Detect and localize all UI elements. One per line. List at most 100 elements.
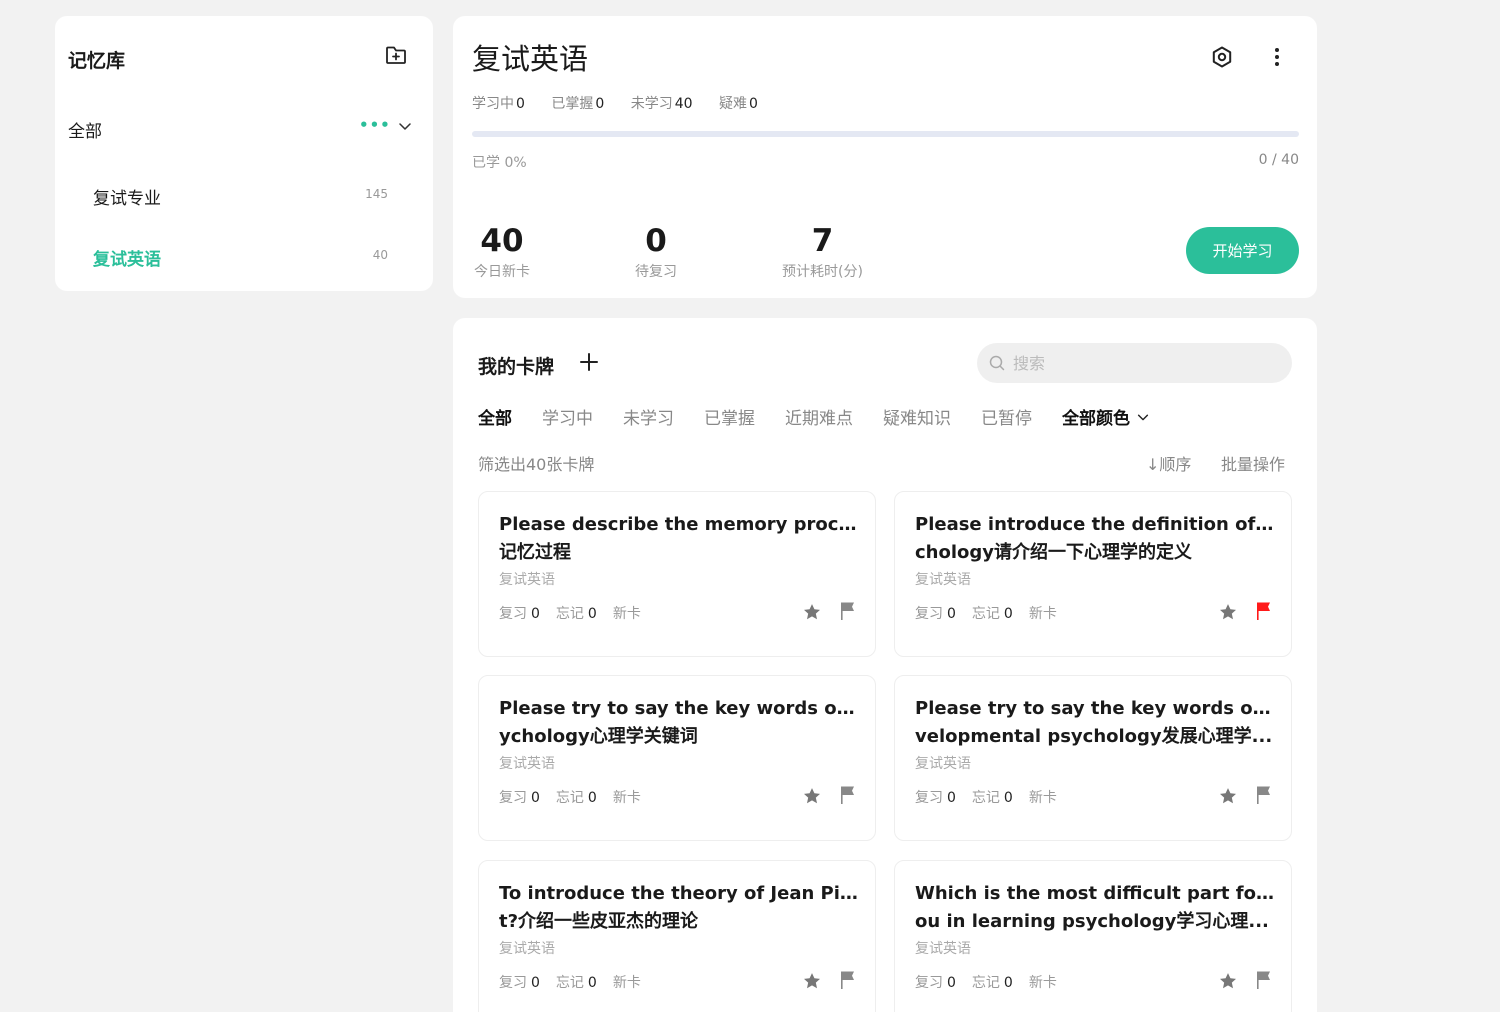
- tab-paused[interactable]: 已暂停: [981, 404, 1032, 429]
- forget-label: 忘记: [971, 790, 1000, 806]
- review-count: 0: [947, 975, 956, 991]
- batch-operation-button[interactable]: 批量操作: [1221, 451, 1285, 475]
- start-study-button[interactable]: 开始学习: [1186, 227, 1299, 274]
- sidebar-all[interactable]: 全部: [68, 117, 102, 142]
- stat-label: 学习中: [472, 96, 514, 112]
- card-item[interactable]: Please describe the memory process 记忆过程 复试…: [478, 491, 876, 657]
- card-item[interactable]: Please try to say the key words of de vel…: [894, 675, 1292, 841]
- card-item[interactable]: Please try to say the key words of ps ych…: [478, 675, 876, 841]
- stat-label: 已掌握: [551, 96, 594, 112]
- chevron-down-icon[interactable]: [397, 118, 413, 134]
- card-title: To introduce the theory of Jean Piage t?介…: [499, 880, 861, 936]
- page-title: 复试英语: [472, 42, 589, 76]
- metric-value: 7: [811, 223, 834, 259]
- metric-label: 今日新卡: [474, 264, 530, 280]
- plus-icon[interactable]: [579, 352, 599, 372]
- flag-icon[interactable]: [1255, 970, 1273, 990]
- tab-mastered[interactable]: 已掌握: [704, 404, 755, 429]
- card-status: 新卡: [1028, 606, 1057, 622]
- sidebar-item-fushi-zhuanye[interactable]: 复试专业 145: [55, 176, 433, 216]
- deck-header: 复试英语 学习中 0 已掌握 0 未学习 40 疑难 0 已学 0% 0 / 40 40…: [453, 16, 1317, 298]
- review-label: 复习: [499, 975, 527, 991]
- sidebar-item-fushi-yingyu[interactable]: 复试英语 40: [55, 237, 433, 277]
- flag-icon[interactable]: [1255, 785, 1273, 805]
- gear-icon[interactable]: [1210, 45, 1234, 69]
- progress-count: 0 / 40: [1258, 152, 1299, 168]
- forget-label: 忘记: [555, 790, 584, 806]
- card-status: 新卡: [1028, 975, 1057, 991]
- flag-icon[interactable]: [839, 785, 857, 805]
- sidebar: 记忆库 全部 ••• 复试专业 145 复试英语 40: [55, 16, 433, 291]
- card-item[interactable]: Which is the most difficult part for y ou…: [894, 860, 1292, 1012]
- cards-panel: 我的卡牌 全部 学习中 未学习 已掌握 近期难点 疑难知识 已暂停 全部颜色 筛…: [453, 318, 1317, 1012]
- forget-count: 0: [587, 975, 597, 991]
- tab-recent-difficult[interactable]: 近期难点: [785, 404, 853, 429]
- sidebar-item-label: 复试专业: [93, 189, 161, 209]
- sort-button[interactable]: ↓顺序: [1146, 451, 1191, 475]
- cards-title: 我的卡牌: [478, 356, 555, 378]
- stat-label: 未学习: [630, 96, 673, 112]
- card-title: Which is the most difficult part for y ou…: [915, 880, 1277, 936]
- search-icon: [989, 355, 1005, 371]
- deck-stats: 学习中 0 已掌握 0 未学习 40 疑难 0: [472, 93, 780, 113]
- card-title-line: 记忆过程: [499, 542, 571, 563]
- star-icon[interactable]: [802, 602, 822, 622]
- forget-count: 0: [1003, 790, 1013, 806]
- card-status: 新卡: [1028, 790, 1057, 806]
- star-icon[interactable]: [802, 971, 822, 991]
- metric-to-review: 0 待复习: [626, 222, 686, 281]
- more-vertical-icon[interactable]: [1265, 45, 1289, 69]
- card-title: Please try to say the key words of ps ych…: [499, 695, 861, 751]
- search-box: [977, 343, 1292, 383]
- tab-learning[interactable]: 学习中: [542, 404, 593, 429]
- color-filter-dropdown[interactable]: 全部颜色: [1062, 404, 1150, 429]
- metric-value: 40: [480, 223, 524, 259]
- flag-icon[interactable]: [839, 601, 857, 621]
- forget-label: 忘记: [555, 606, 584, 622]
- tab-difficult-knowledge[interactable]: 疑难知识: [883, 404, 951, 429]
- star-icon[interactable]: [802, 786, 822, 806]
- sidebar-item-label: 复试英语: [93, 250, 161, 270]
- review-label: 复习: [915, 606, 943, 622]
- card-meta: 复习 0 忘记 0 新卡: [499, 603, 641, 623]
- stat-value: 40: [674, 96, 693, 112]
- filter-count: 筛选出40张卡牌: [478, 455, 595, 474]
- progress-label: 已学 0%: [472, 155, 527, 171]
- folder-plus-icon[interactable]: [384, 43, 408, 67]
- sidebar-title: 记忆库: [68, 50, 126, 72]
- star-icon[interactable]: [1218, 786, 1238, 806]
- card-item[interactable]: To introduce the theory of Jean Piage t?介…: [478, 860, 876, 1012]
- flag-icon[interactable]: [839, 970, 857, 990]
- star-icon[interactable]: [1218, 602, 1238, 622]
- sidebar-item-count: 145: [365, 187, 388, 201]
- card-title-line: Please try to say the key words of ps: [499, 698, 861, 719]
- card-meta: 复习 0 忘记 0 新卡: [499, 972, 641, 992]
- stat-value: 0: [595, 96, 605, 112]
- tab-unlearned[interactable]: 未学习: [623, 404, 674, 429]
- card-title-line: t?介绍一些皮亚杰的理论: [499, 911, 699, 932]
- card-deck: 复试英语: [915, 756, 971, 772]
- card-meta: 复习 0 忘记 0 新卡: [915, 603, 1057, 623]
- card-title-line: Which is the most difficult part for y: [915, 883, 1277, 904]
- card-title-line: Please describe the memory process: [499, 514, 861, 535]
- metric-label: 待复习: [635, 264, 677, 280]
- card-meta: 复习 0 忘记 0 新卡: [915, 972, 1057, 992]
- review-label: 复习: [915, 975, 943, 991]
- card-title: Please try to say the key words of de vel…: [915, 695, 1277, 751]
- tab-all[interactable]: 全部: [478, 404, 512, 429]
- stat-value: 0: [516, 96, 525, 112]
- color-filter-label: 全部颜色: [1062, 409, 1130, 429]
- stat-label: 疑难: [719, 96, 748, 112]
- review-count: 0: [531, 790, 540, 806]
- star-icon[interactable]: [1218, 971, 1238, 991]
- card-item[interactable]: Please introduce the definition of psy ch…: [894, 491, 1292, 657]
- flag-icon[interactable]: [1255, 601, 1273, 621]
- search-input[interactable]: [1013, 349, 1273, 377]
- metric-label: 预计耗时(分): [782, 264, 863, 280]
- sort-arrow-icon: ↓: [1146, 455, 1160, 474]
- forget-count: 0: [587, 606, 597, 622]
- forget-count: 0: [587, 790, 597, 806]
- stat-value: 0: [749, 96, 758, 112]
- card-status: 新卡: [612, 606, 641, 622]
- more-horizontal-icon[interactable]: •••: [359, 116, 391, 134]
